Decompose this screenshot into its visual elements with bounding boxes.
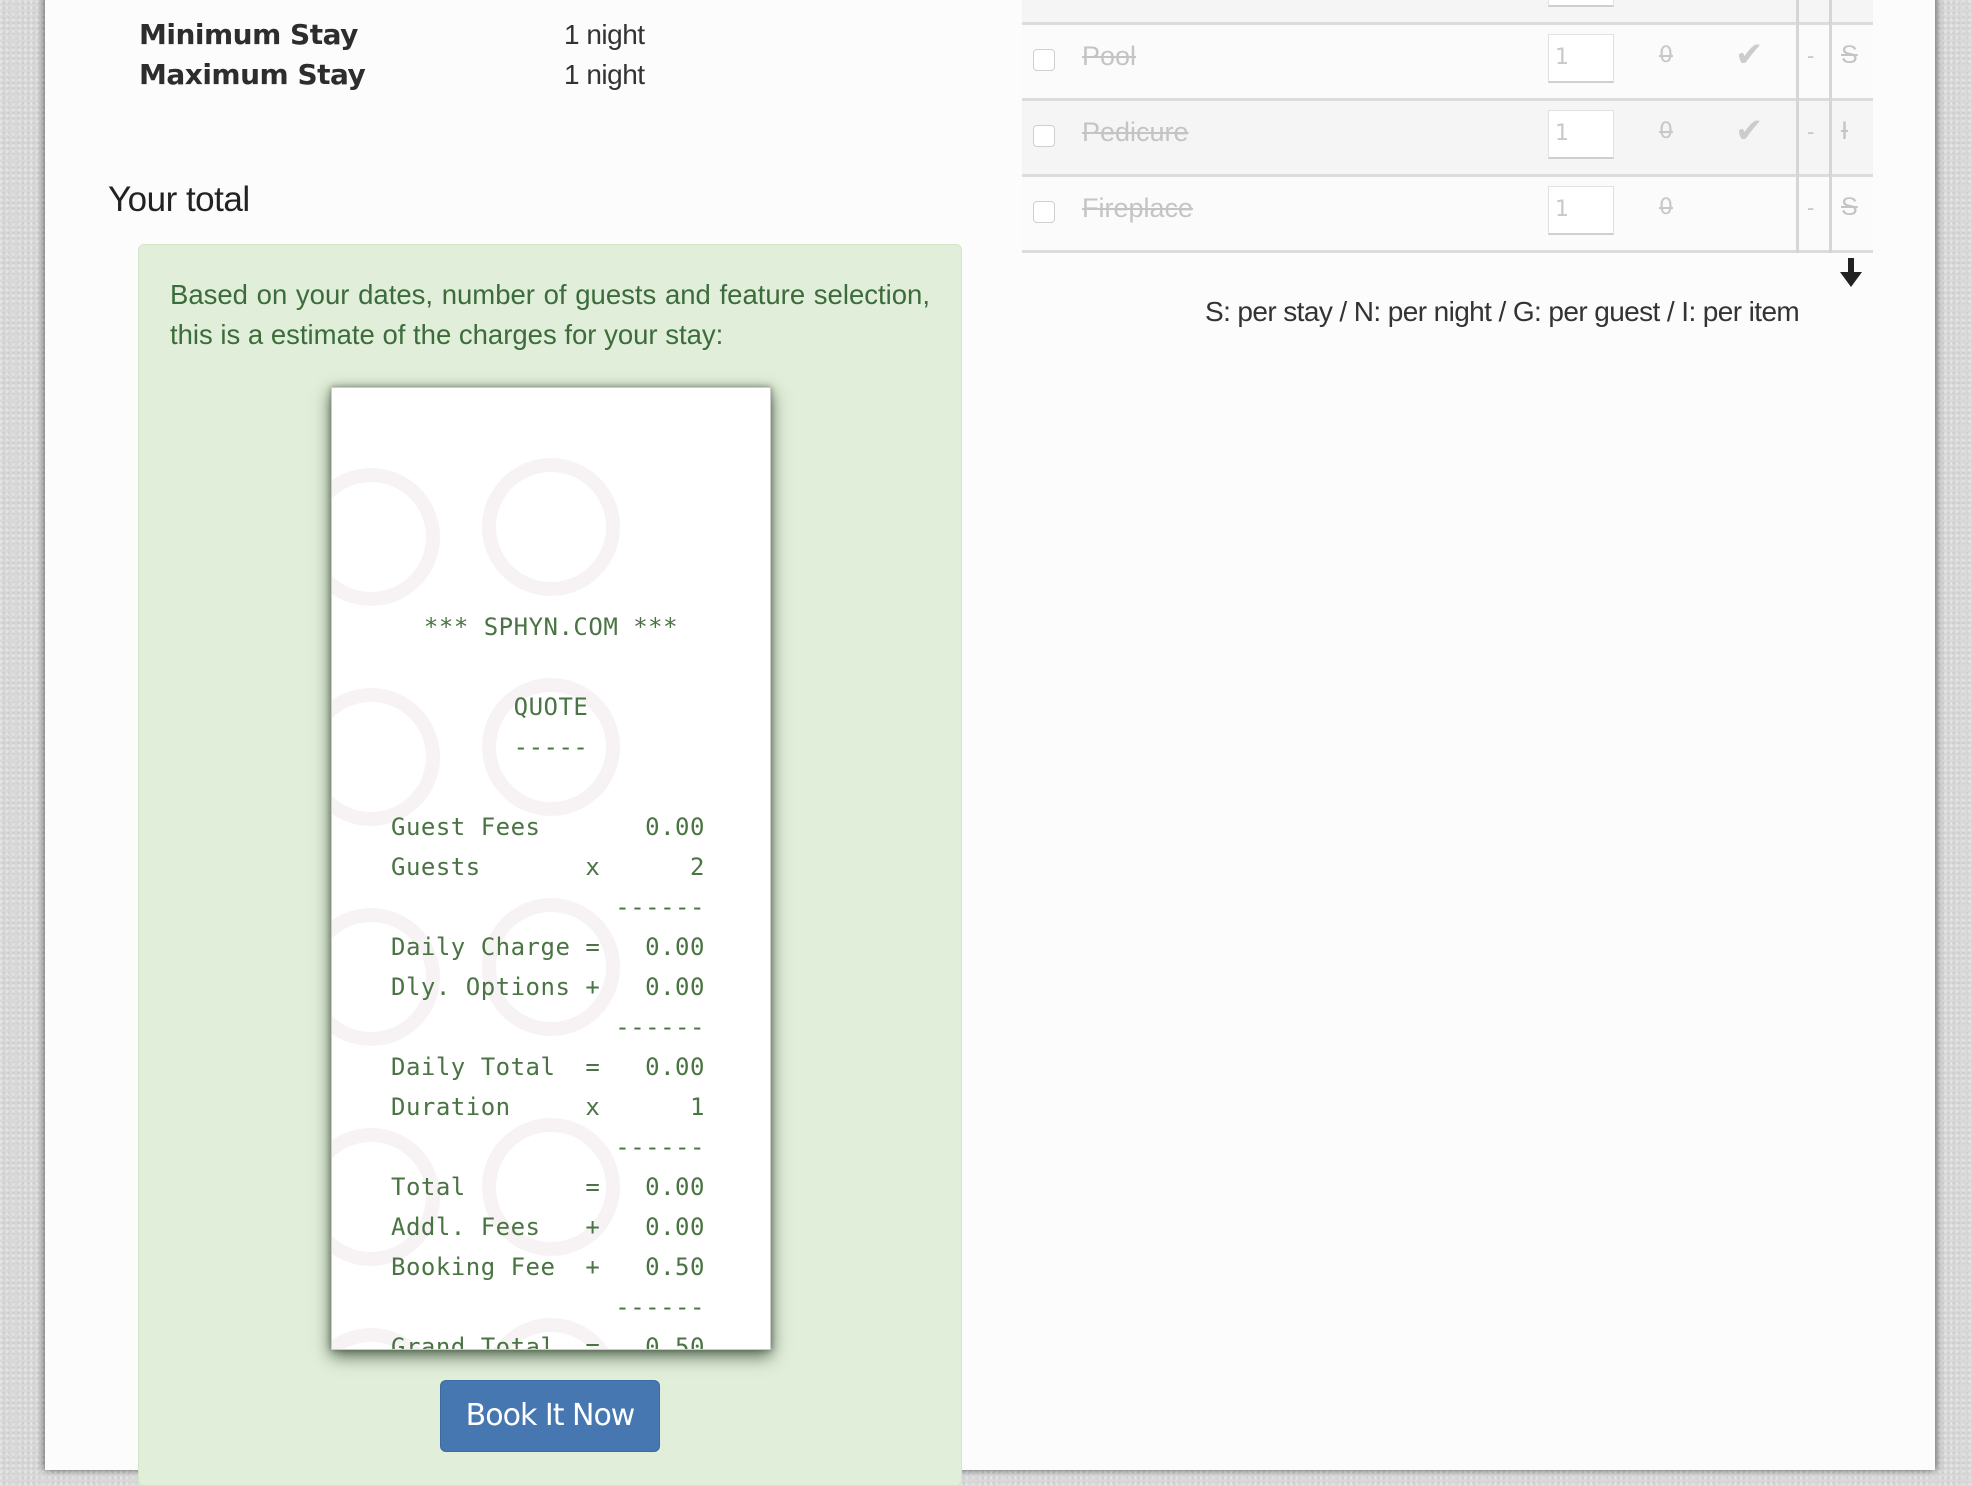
receipt-line: Total = 0.00: [391, 1173, 705, 1201]
option-checkbox[interactable]: [1033, 125, 1055, 147]
receipt-line: -----: [513, 733, 589, 761]
option-unit: S: [1841, 193, 1858, 221]
receipt-line: Duration x 1: [391, 1093, 705, 1121]
option-name: Pedicure: [1082, 117, 1189, 147]
receipt-line: *** SPHYN.COM ***: [423, 613, 679, 641]
option-checkbox[interactable]: [1033, 201, 1055, 223]
daily-check-icon: ✔: [1735, 112, 1764, 150]
receipt-line: Grand Total = 0.50: [391, 1333, 705, 1350]
receipt-line: ------: [391, 1293, 705, 1321]
option-row: Pedicure 0 ✔ - I 1: [1022, 101, 1873, 177]
column-divider: [1829, 0, 1832, 25]
receipt-line: [391, 487, 711, 527]
receipt-line: [391, 767, 711, 807]
receipt-line: ------: [391, 893, 705, 921]
quote-receipt: *** SPHYN.COM *** QUOTE ----- Guest Fees 0.…: [331, 387, 771, 1350]
option-extra: -: [1807, 119, 1815, 144]
column-divider: [1796, 0, 1799, 25]
option-name: Fireplace: [1082, 193, 1194, 223]
receipt-line: [391, 647, 711, 687]
option-unit: S: [1841, 41, 1858, 69]
option-quantity-input[interactable]: 1: [1548, 186, 1614, 235]
receipt-line: Addl. Fees + 0.00: [391, 1213, 705, 1241]
unit-legend: S: per stay / N: per night / G: per gues…: [1205, 296, 1800, 327]
options-table: 1 Pool 0 ✔ - S 1 Pedicure 0 ✔ - I 1 Fireplace 0 - S 1: [1022, 0, 1873, 253]
min-stay-label: Minimum Stay: [139, 18, 358, 51]
receipt-text: *** SPHYN.COM *** QUOTE ----- Guest Fees 0.…: [391, 487, 711, 1350]
max-stay-label: Maximum Stay: [139, 58, 366, 91]
column-divider: [1829, 25, 1832, 101]
your-total-heading: Your total: [108, 180, 250, 219]
receipt-line: QUOTE: [513, 693, 589, 721]
book-it-now-button[interactable]: Book It Now: [440, 1380, 660, 1452]
column-divider: [1829, 177, 1832, 253]
receipt-line: Guest Fees 0.00: [391, 813, 705, 841]
option-quantity-input[interactable]: 1: [1548, 34, 1614, 83]
receipt-line: Daily Total = 0.00: [391, 1053, 705, 1081]
option-row: Fireplace 0 - S 1: [1022, 177, 1873, 253]
option-quantity-input[interactable]: 1: [1548, 0, 1614, 7]
option-extra: -: [1807, 195, 1815, 220]
receipt-line: ------: [391, 1133, 705, 1161]
option-price: 0: [1659, 43, 1673, 68]
option-checkbox[interactable]: [1033, 49, 1055, 71]
option-price: 0: [1659, 195, 1673, 220]
max-stay-value: 1 night: [564, 59, 645, 90]
total-estimate-panel: Based on your dates, number of guests an…: [138, 244, 962, 1486]
receipt-line: Guests x 2: [391, 853, 705, 881]
option-row: Pool 0 ✔ - S 1: [1022, 25, 1873, 101]
option-name: Pool: [1082, 41, 1137, 71]
option-row: 1: [1022, 0, 1873, 25]
arrow-down-icon[interactable]: [1839, 258, 1863, 288]
column-divider: [1796, 25, 1799, 101]
daily-check-icon: ✔: [1735, 36, 1764, 74]
column-divider: [1796, 101, 1799, 177]
option-price: 0: [1659, 119, 1673, 144]
option-extra: -: [1807, 43, 1815, 68]
estimate-intro-text: Based on your dates, number of guests an…: [170, 279, 930, 350]
receipt-line: Booking Fee + 0.50: [391, 1253, 705, 1281]
receipt-line: Daily Charge = 0.00: [391, 933, 705, 961]
receipt-line: [391, 567, 711, 607]
option-unit: I: [1841, 117, 1848, 145]
option-quantity-input[interactable]: 1: [1548, 110, 1614, 159]
column-divider: [1796, 177, 1799, 253]
min-stay-value: 1 night: [564, 19, 645, 50]
receipt-line: ------: [391, 1013, 705, 1041]
receipt-line: [391, 527, 711, 567]
column-divider: [1829, 101, 1832, 177]
receipt-line: Dly. Options + 0.00: [391, 973, 705, 1001]
